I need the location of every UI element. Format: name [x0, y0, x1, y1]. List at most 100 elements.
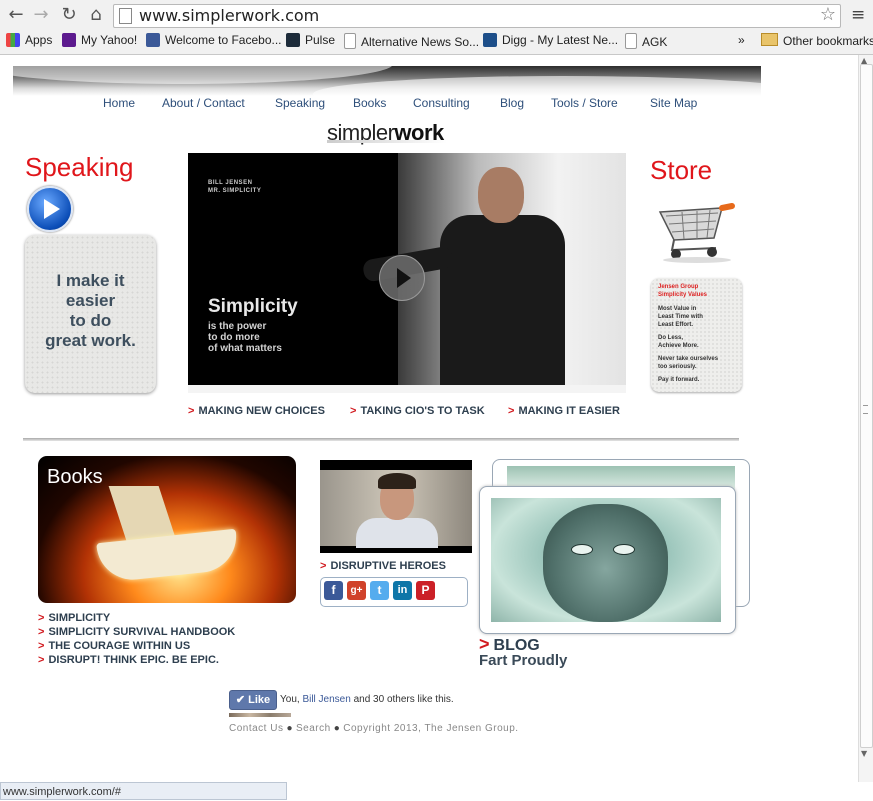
bookmarks-overflow-button[interactable]: »: [738, 33, 745, 47]
heroes-link[interactable]: > DISRUPTIVE HEROES: [320, 560, 446, 572]
bookmark-label: Apps: [25, 33, 53, 47]
value-line: Do Less,: [658, 335, 684, 341]
book-link-disrupt[interactable]: > DISRUPT! THINK EPIC. BE EPIC.: [38, 653, 235, 667]
video-play-icon[interactable]: [379, 255, 425, 301]
pinterest-icon[interactable]: P: [416, 581, 435, 600]
subline-text: is the power: [208, 321, 267, 332]
video-speaker-name: BILL JENSEN MR. SIMPLICITY: [208, 179, 261, 195]
page-footer: Contact Us ● Search ● Copyright 2013, The Je…: [229, 723, 519, 734]
book-link-courage[interactable]: > THE COURAGE WITHIN US: [38, 639, 235, 653]
digg-icon: [483, 33, 497, 47]
other-bookmarks[interactable]: Other bookmarks: [761, 33, 873, 48]
value-line: Least Time with: [658, 314, 703, 320]
speaking-title[interactable]: Speaking: [25, 152, 133, 183]
twitter-icon[interactable]: t: [370, 581, 389, 600]
back-arrow-icon[interactable]: ←: [5, 4, 27, 26]
google-plus-icon[interactable]: g+: [347, 581, 366, 600]
thumbs-up-icon: ✔: [235, 694, 249, 706]
book-link-survival-handbook[interactable]: > SIMPLICITY SURVIVAL HANDBOOK: [38, 625, 235, 639]
like-user-link[interactable]: Bill Jensen: [302, 694, 350, 705]
bookmark-pulse[interactable]: Pulse: [286, 33, 335, 47]
bookmark-agk[interactable]: AGK: [625, 33, 667, 49]
apps-grid-icon: [6, 33, 20, 47]
shopping-cart-icon[interactable]: [652, 192, 742, 264]
subline-text: of what matters: [208, 343, 282, 354]
bookmark-alternative-news[interactable]: Alternative News So...: [344, 33, 479, 49]
book-link-label: SIMPLICITY: [48, 612, 111, 624]
values-heading: Jensen Group Simplicity Values: [658, 283, 707, 299]
bookmark-star-icon[interactable]: ☆: [820, 4, 836, 25]
speaking-tagline-card[interactable]: I make it easier to do great work.: [25, 235, 156, 393]
nav-site-map[interactable]: Site Map: [650, 96, 697, 110]
arrow-icon: >: [320, 560, 327, 572]
reload-icon[interactable]: ↻: [58, 4, 80, 26]
bookmark-label: Alternative News So...: [361, 35, 480, 49]
video-link-easier[interactable]: > MAKING IT EASIER: [508, 405, 620, 417]
footer-contact-link[interactable]: Contact Us: [229, 723, 283, 734]
tagline-line: to do: [69, 311, 112, 330]
tagline-line: easier: [65, 291, 116, 310]
store-title[interactable]: Store: [650, 155, 712, 186]
book-link-simplicity[interactable]: > SIMPLICITY: [38, 611, 235, 625]
nav-books[interactable]: Books: [353, 96, 386, 110]
video-link-label: MAKING IT EASIER: [518, 405, 620, 417]
pulse-icon: [286, 33, 300, 47]
values-heading-line: Jensen Group: [658, 284, 699, 290]
video-subline: is the power to do more of what matters: [208, 321, 318, 354]
nav-tools-store[interactable]: Tools / Store: [551, 96, 618, 110]
separator-dot-icon: ●: [286, 723, 294, 734]
arrow-icon: >: [38, 640, 45, 652]
burning-book-image: [96, 528, 240, 584]
address-url[interactable]: www.simplerwork.com: [139, 6, 319, 25]
facebook-like-button[interactable]: ✔ Like: [229, 690, 277, 710]
books-banner[interactable]: Books: [38, 456, 296, 603]
address-bar[interactable]: www.simplerwork.com ☆: [113, 4, 841, 28]
arrow-icon: >: [38, 654, 45, 666]
featured-video[interactable]: BILL JENSEN MR. SIMPLICITY Simplicity is…: [188, 153, 626, 393]
value-line: Most Value in: [658, 306, 697, 312]
blog-post-title[interactable]: Fart Proudly: [479, 652, 567, 669]
values-card[interactable]: Jensen Group Simplicity Values Most Valu…: [651, 278, 742, 392]
video-link-new-choices[interactable]: > MAKING NEW CHOICES: [188, 405, 325, 417]
forward-arrow-icon[interactable]: →: [30, 4, 52, 26]
video-link-label: TAKING CIO'S TO TASK: [360, 405, 485, 417]
tagline-text: I make it easier to do great work.: [25, 271, 156, 351]
like-label: Like: [248, 694, 271, 706]
folder-icon: [761, 33, 778, 46]
like-count-text: You, Bill Jensen and 30 others like this…: [280, 694, 454, 705]
heroes-video-thumbnail[interactable]: [320, 460, 472, 553]
arrow-icon: >: [508, 405, 515, 417]
logo-shadow: [327, 140, 447, 143]
arrow-icon: >: [38, 626, 45, 638]
book-link-label: SIMPLICITY SURVIVAL HANDBOOK: [48, 626, 236, 638]
bookmark-facebook[interactable]: Welcome to Facebo...: [146, 33, 282, 47]
bookmark-digg[interactable]: Digg - My Latest Ne...: [483, 33, 618, 47]
book-link-label: DISRUPT! THINK EPIC. BE EPIC.: [48, 654, 219, 666]
bookmark-yahoo[interactable]: My Yahoo!: [62, 33, 137, 47]
nav-home[interactable]: Home: [103, 96, 135, 110]
home-icon[interactable]: ⌂: [85, 4, 107, 26]
nav-blog[interactable]: Blog: [500, 96, 524, 110]
tagline-line: I make it: [56, 271, 125, 290]
footer-search-link[interactable]: Search: [296, 723, 331, 734]
blog-image[interactable]: [479, 486, 736, 634]
speaker-name: BILL JENSEN: [208, 180, 253, 186]
linkedin-icon[interactable]: in: [393, 581, 412, 600]
status-bar-url: www.simplerwork.com/#: [0, 782, 287, 800]
books-title: Books: [47, 466, 103, 488]
page-icon: [119, 8, 132, 24]
speaking-play-icon[interactable]: [27, 186, 73, 232]
chrome-menu-icon[interactable]: ≡: [851, 5, 865, 25]
bookmark-apps[interactable]: Apps: [6, 33, 52, 47]
bookmark-label: My Yahoo!: [81, 33, 138, 47]
heroes-link-label: DISRUPTIVE HEROES: [330, 560, 446, 572]
facebook-icon[interactable]: f: [324, 581, 343, 600]
nav-about-contact[interactable]: About / Contact: [162, 96, 245, 110]
footer-copyright: Copyright 2013, The Jensen Group.: [343, 723, 519, 734]
nav-consulting[interactable]: Consulting: [413, 96, 470, 110]
video-link-cios[interactable]: > TAKING CIO'S TO TASK: [350, 405, 485, 417]
social-share-bar: f g+ t in P: [320, 577, 468, 607]
scroll-down-arrow-icon[interactable]: ▼: [861, 749, 867, 758]
page-icon: [625, 33, 637, 49]
nav-speaking[interactable]: Speaking: [275, 96, 325, 110]
